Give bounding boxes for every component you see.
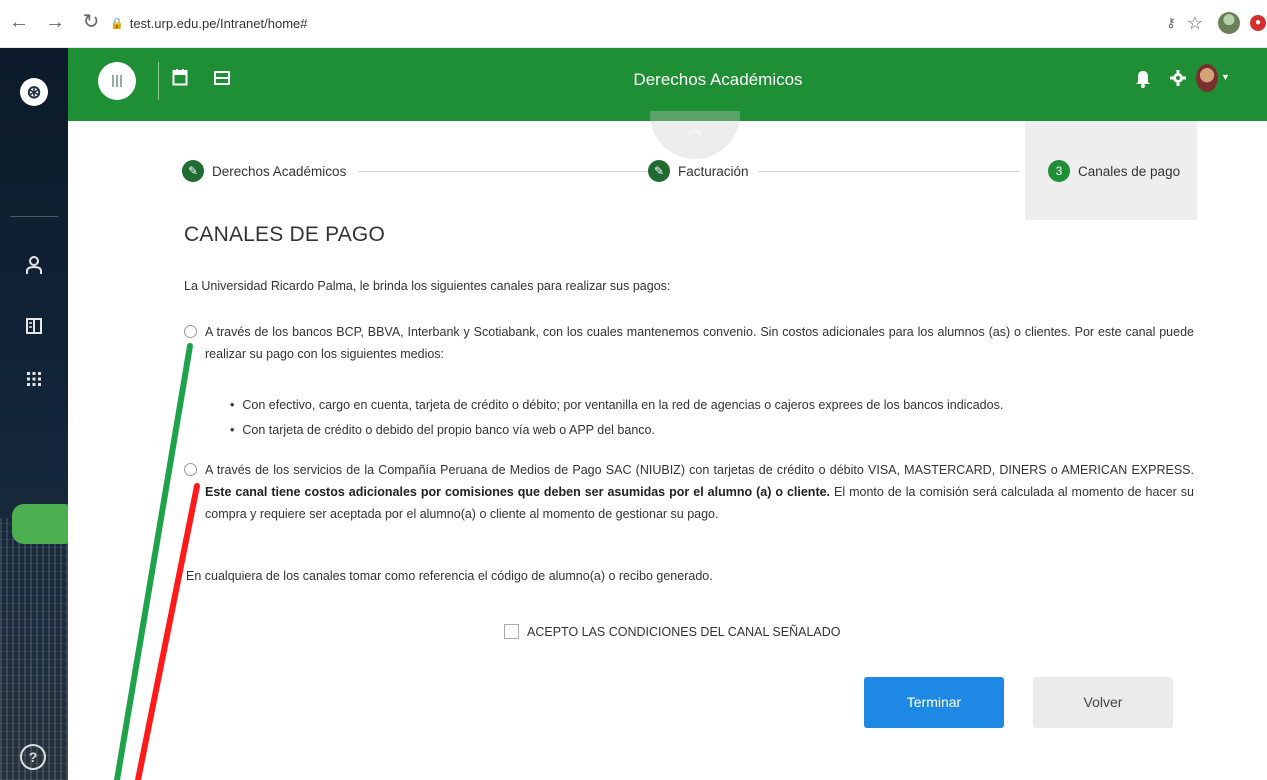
sidebar-background-building (0, 518, 68, 780)
payment-option-niubiz[interactable]: A través de los servicios de la Compañía… (184, 459, 1194, 525)
menu-icon (112, 75, 122, 87)
key-icon[interactable]: ⚷ (1160, 8, 1182, 38)
settings-gear-icon[interactable] (1170, 70, 1186, 92)
address-bar[interactable]: 🔒 test.urp.edu.pe/Intranet/home# (110, 9, 308, 37)
sidebar: ⊛ ? (0, 48, 68, 780)
star-icon[interactable]: ☆ (1184, 8, 1206, 38)
step-label: Facturación (678, 163, 749, 179)
extension-icon[interactable]: ● (1248, 8, 1267, 38)
sidebar-green-pill[interactable] (12, 504, 68, 544)
grid-apps-icon[interactable] (19, 366, 49, 396)
reload-icon[interactable]: ↻ (80, 10, 102, 34)
step-label: Derechos Académicos (212, 163, 347, 179)
user-avatar[interactable] (1196, 64, 1218, 92)
profile-avatar-icon[interactable] (1216, 8, 1242, 38)
finish-button[interactable]: Terminar (864, 677, 1004, 728)
accept-label: ACEPTO LAS CONDICIONES DEL CANAL SEÑALAD… (527, 624, 841, 639)
payment-option-banks[interactable]: A través de los bancos BCP, BBVA, Interb… (184, 321, 1194, 365)
reference-note: En cualquiera de los canales tomar como … (186, 569, 713, 583)
header-separator (158, 62, 159, 100)
page-title: Derechos Académicos (633, 70, 803, 89)
accept-checkbox[interactable] (504, 624, 519, 639)
menu-toggle-button[interactable] (98, 62, 136, 100)
option-niubiz-warning: Este canal tiene costos adicionales por … (205, 485, 831, 499)
pencil-icon: ✎ (648, 160, 670, 182)
accept-conditions[interactable]: ACEPTO LAS CONDICIONES DEL CANAL SEÑALAD… (504, 624, 841, 639)
option-niubiz-text-start: A través de los servicios de la Compañía… (205, 463, 1194, 477)
chevron-down-icon[interactable]: ▼ (1221, 72, 1230, 82)
step-label: Canales de pago (1078, 163, 1181, 179)
list-item: Con tarjeta de crédito o debido del prop… (230, 418, 1003, 443)
back-button[interactable]: Volver (1033, 677, 1173, 728)
stepper-connector (358, 171, 648, 172)
list-item: Con efectivo, cargo en cuenta, tarjeta d… (230, 393, 1003, 418)
intro-text: La Universidad Ricardo Palma, le brinda … (184, 279, 671, 293)
back-arrow-icon[interactable]: ← (8, 10, 30, 34)
option-banks-text: A través de los bancos BCP, BBVA, Interb… (205, 325, 1194, 361)
url-text: test.urp.edu.pe/Intranet/home# (129, 15, 308, 31)
option-niubiz-text: A través de los servicios de la Compañía… (184, 459, 1194, 525)
radio-niubiz[interactable] (184, 463, 197, 476)
bank-methods-list: Con efectivo, cargo en cuenta, tarjeta d… (230, 393, 1003, 443)
notification-bell-icon[interactable] (1136, 70, 1150, 94)
card-icon[interactable] (210, 68, 234, 92)
browser-toolbar: ← → ↻ 🔒 test.urp.edu.pe/Intranet/home# ⚷… (0, 0, 1267, 48)
pencil-icon: ✎ (182, 160, 204, 182)
help-icon[interactable]: ? (20, 744, 46, 770)
sidebar-divider (10, 216, 58, 217)
step-derechos-academicos[interactable]: ✎ Derechos Académicos (182, 159, 353, 183)
university-logo-icon[interactable]: ⊛ (20, 78, 48, 106)
radio-banks[interactable] (184, 325, 197, 338)
forward-arrow-icon[interactable]: → (44, 10, 66, 34)
stepper-connector (758, 171, 1020, 172)
lock-icon: 🔒 (110, 17, 124, 30)
calendar-icon[interactable] (168, 68, 192, 92)
book-icon[interactable] (19, 314, 49, 344)
user-icon[interactable] (19, 254, 49, 284)
main-content: ︽ ✎ Derechos Académicos ✎ Facturación 3 … (68, 111, 1267, 780)
step-facturacion[interactable]: ✎ Facturación (648, 159, 755, 183)
step-canales-de-pago[interactable]: 3 Canales de pago (1048, 159, 1186, 183)
step-number: 3 (1048, 160, 1070, 182)
stepper: ✎ Derechos Académicos ✎ Facturación 3 Ca… (68, 121, 1267, 221)
section-heading: CANALES DE PAGO (184, 223, 386, 246)
